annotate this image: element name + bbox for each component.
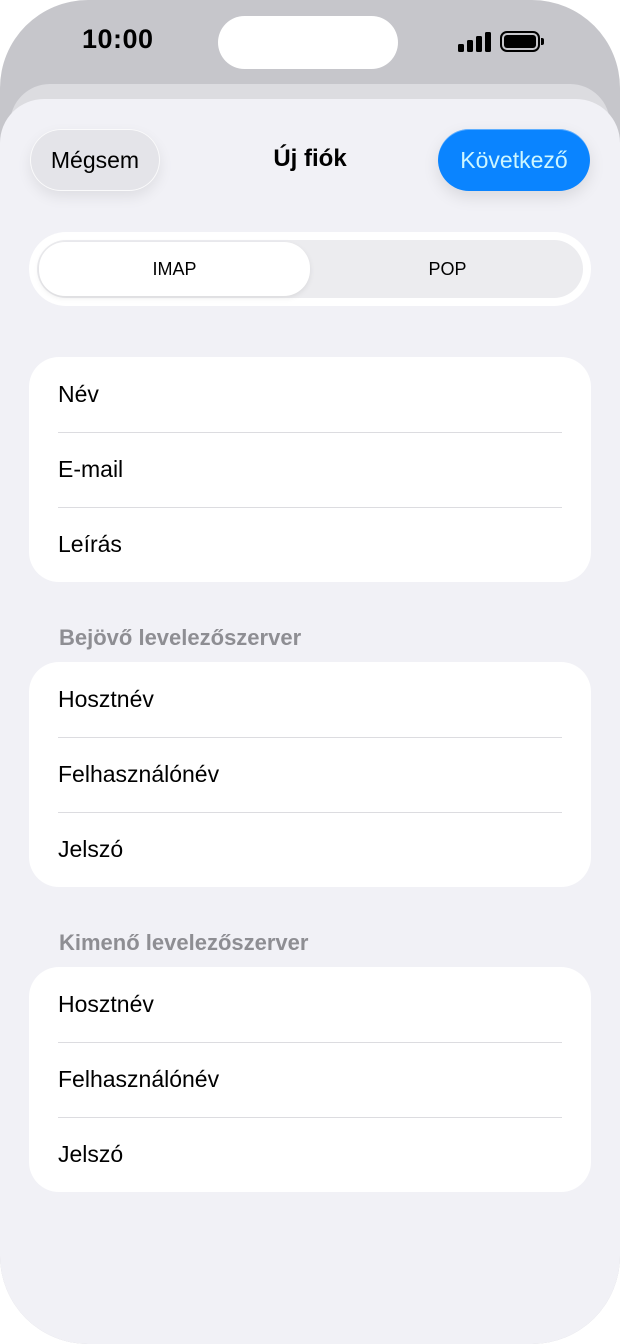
outgoing-server-group: Hosztnév Felhasználónév Jelszó [29,967,591,1192]
cancel-button[interactable]: Mégsem [30,129,160,191]
new-account-sheet: Mégsem Új fiók Következő IMAP POP Név E-… [0,99,620,1344]
page-title: Új fiók [273,145,347,172]
incoming-hostname-field[interactable]: Hosztnév [29,662,591,737]
email-field[interactable]: E-mail [29,432,591,507]
name-field[interactable]: Név [29,357,591,432]
next-button[interactable]: Következő [438,129,590,191]
phone-screen: 10:00 Mégsem Új fiók Következő IMAP POP … [0,0,620,1344]
outgoing-password-field[interactable]: Jelszó [29,1117,591,1192]
status-time: 10:00 [82,24,154,54]
description-field[interactable]: Leírás [29,507,591,582]
cellular-signal-icon [458,32,492,52]
incoming-server-group: Hosztnév Felhasználónév Jelszó [29,662,591,887]
outgoing-username-field[interactable]: Felhasználónév [29,1042,591,1117]
account-type-segmented-control: IMAP POP [29,232,591,306]
segment-track: IMAP POP [37,240,583,298]
incoming-username-field[interactable]: Felhasználónév [29,737,591,812]
account-info-group: Név E-mail Leírás [29,357,591,582]
status-bar: 10:00 [0,0,620,86]
dynamic-island [218,16,398,69]
outgoing-hostname-field[interactable]: Hosztnév [29,967,591,1042]
battery-full-icon [500,31,544,52]
segment-imap[interactable]: IMAP [39,242,310,296]
segment-pop[interactable]: POP [312,240,583,298]
incoming-server-header: Bejövő levelezőszerver [59,625,302,650]
incoming-password-field[interactable]: Jelszó [29,812,591,887]
outgoing-server-header: Kimenő levelezőszerver [59,930,309,955]
